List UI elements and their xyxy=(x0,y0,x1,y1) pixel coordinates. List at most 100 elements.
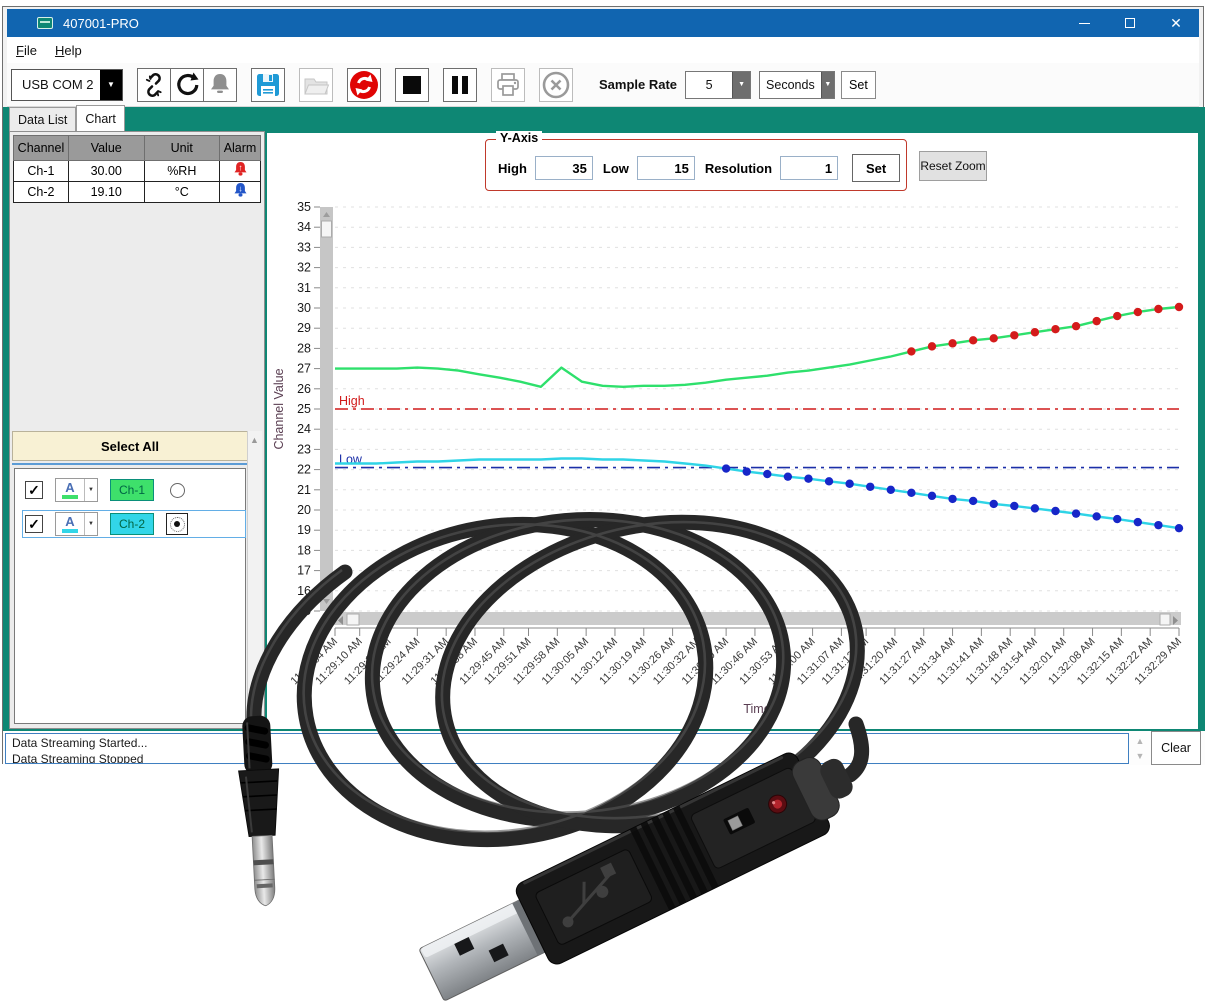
chevron-down-icon[interactable]: ▼ xyxy=(732,72,750,98)
table-row: Ch-1 30.00 %RH ↑ xyxy=(14,161,261,182)
alarm-marker-ch-1 xyxy=(948,339,956,347)
y-tick-label: 17 xyxy=(297,564,311,578)
channel-unit: °C xyxy=(144,182,220,203)
cancel-button[interactable] xyxy=(539,68,573,102)
clear-button[interactable]: Clear xyxy=(1151,731,1201,765)
cancel-icon xyxy=(541,70,571,100)
close-button[interactable]: ✕ xyxy=(1153,9,1199,37)
pause-button[interactable] xyxy=(443,68,477,102)
chevron-up-icon[interactable]: ▲ xyxy=(250,435,259,445)
chevron-down-icon[interactable]: ▼ xyxy=(84,479,97,501)
alarm-marker-ch-2 xyxy=(845,480,853,488)
channel2-label-button[interactable]: Ch-2 xyxy=(110,513,154,535)
channel1-visible-checkbox[interactable]: ✓ xyxy=(25,481,43,499)
y-tick-label: 35 xyxy=(297,200,311,214)
chevron-down-icon[interactable]: ▼ xyxy=(821,72,834,98)
channel2-color-picker[interactable]: A ▼ xyxy=(55,512,98,536)
status-log: Data Streaming Started... Data Streaming… xyxy=(5,733,1129,764)
y-tick-label: 34 xyxy=(297,220,311,234)
alarm-bell-button[interactable] xyxy=(203,68,237,102)
y-tick-label: 33 xyxy=(297,240,311,254)
bell-icon xyxy=(206,71,234,99)
chart-pane: Y-Axis High Low Resolution Set Reset Zoo… xyxy=(267,133,1198,729)
select-all-button[interactable]: Select All xyxy=(12,431,248,461)
y-tick-label: 21 xyxy=(297,483,311,497)
channel-panel: Channel Value Unit Alarm Ch-1 30.00 %RH … xyxy=(9,131,265,729)
y-tick-label: 30 xyxy=(297,301,311,315)
status-line: Data Streaming Stopped xyxy=(12,751,1128,764)
chevron-down-icon[interactable]: ▼ xyxy=(100,70,122,100)
alarm-marker-ch-2 xyxy=(1175,524,1183,532)
status-scrollbar[interactable]: ▲ ▼ xyxy=(1131,733,1149,764)
sample-rate-set-button[interactable]: Set xyxy=(841,71,876,99)
sample-rate-value-select[interactable]: 5 ▼ xyxy=(685,71,751,99)
menu-help[interactable]: Help xyxy=(46,41,91,60)
sync-button[interactable] xyxy=(347,68,381,102)
maximize-button[interactable] xyxy=(1107,9,1153,37)
channel2-visible-checkbox[interactable]: ✓ xyxy=(25,515,43,533)
color-swatch xyxy=(62,529,78,533)
alarm-marker-ch-1 xyxy=(969,336,977,344)
usb-dongle xyxy=(412,733,867,1008)
y-tick-label: 22 xyxy=(297,463,311,477)
y-tick-label: 29 xyxy=(297,321,311,335)
alarm-marker-ch-2 xyxy=(804,474,812,482)
y-tick-label: 23 xyxy=(297,442,311,456)
toolbar: USB COM 2 ▼ xyxy=(7,63,1199,107)
y-tick-label: 18 xyxy=(297,543,311,557)
alarm-marker-ch-2 xyxy=(784,472,792,480)
scroll-thumb[interactable] xyxy=(347,614,359,625)
stop-button[interactable] xyxy=(395,68,429,102)
refresh-button[interactable] xyxy=(170,68,204,102)
chevron-down-icon[interactable]: ▼ xyxy=(84,513,97,535)
window-title: 407001-PRO xyxy=(63,16,139,31)
folder-icon xyxy=(302,72,330,98)
sample-rate-unit-select[interactable]: Seconds ▼ xyxy=(759,71,835,99)
alarm-marker-ch-2 xyxy=(743,467,751,475)
horizontal-scrollbar[interactable] xyxy=(333,612,1181,625)
alarm-marker-ch-2 xyxy=(1113,515,1121,523)
tab-data-list[interactable]: Data List xyxy=(9,107,76,131)
panel-scrollbar[interactable]: ▲ ▼ xyxy=(247,431,262,724)
alarm-marker-ch-2 xyxy=(1010,502,1018,510)
print-button[interactable] xyxy=(491,68,525,102)
channel2-radio[interactable] xyxy=(170,517,185,532)
vertical-scrollbar[interactable] xyxy=(320,207,333,611)
disconnect-button[interactable] xyxy=(137,68,171,102)
alarm-marker-ch-2 xyxy=(1031,504,1039,512)
minimize-button[interactable] xyxy=(1061,9,1107,37)
open-file-button[interactable] xyxy=(299,68,333,102)
alarm-marker-ch-2 xyxy=(1051,507,1059,515)
chevron-down-icon[interactable]: ▼ xyxy=(250,710,259,720)
chevron-down-icon[interactable]: ▼ xyxy=(1136,751,1145,761)
channel1-color-picker[interactable]: A ▼ xyxy=(55,478,98,502)
y-tick-label: 32 xyxy=(297,261,311,275)
alarm-marker-ch-1 xyxy=(928,342,936,350)
alarm-cell[interactable]: ↓ xyxy=(220,182,261,203)
app-window: 407001-PRO ✕ File Help USB COM 2 ▼ xyxy=(2,6,1204,764)
scroll-thumb[interactable] xyxy=(322,221,332,237)
alarm-marker-ch-2 xyxy=(866,483,874,491)
low-alarm-bell-icon: ↓ xyxy=(232,182,249,199)
alarm-marker-ch-2 xyxy=(928,492,936,500)
font-color-icon: A xyxy=(65,482,74,494)
menu-file[interactable]: File xyxy=(7,41,46,60)
channel-chart: 1516171819202122232425262728293031323334… xyxy=(267,133,1198,729)
channel1-label-button[interactable]: Ch-1 xyxy=(110,479,154,501)
channel-unit: %RH xyxy=(144,161,220,182)
scroll-thumb[interactable] xyxy=(1160,614,1170,625)
chevron-up-icon[interactable]: ▲ xyxy=(1136,736,1145,746)
alarm-marker-ch-1 xyxy=(907,347,915,355)
channel1-radio[interactable] xyxy=(170,483,185,498)
save-button[interactable] xyxy=(251,68,285,102)
svg-text:↓: ↓ xyxy=(238,184,242,194)
com-port-select[interactable]: USB COM 2 ▼ xyxy=(11,69,123,101)
alarm-cell[interactable]: ↑ xyxy=(220,161,261,182)
sample-rate-unit: Seconds xyxy=(760,72,821,98)
disconnect-icon xyxy=(141,72,167,98)
com-port-value: USB COM 2 xyxy=(12,70,100,100)
alarm-marker-ch-2 xyxy=(763,470,771,478)
tab-strip: Data List Chart xyxy=(9,107,125,131)
tab-chart[interactable]: Chart xyxy=(76,105,125,131)
alarm-marker-ch-1 xyxy=(1175,303,1183,311)
